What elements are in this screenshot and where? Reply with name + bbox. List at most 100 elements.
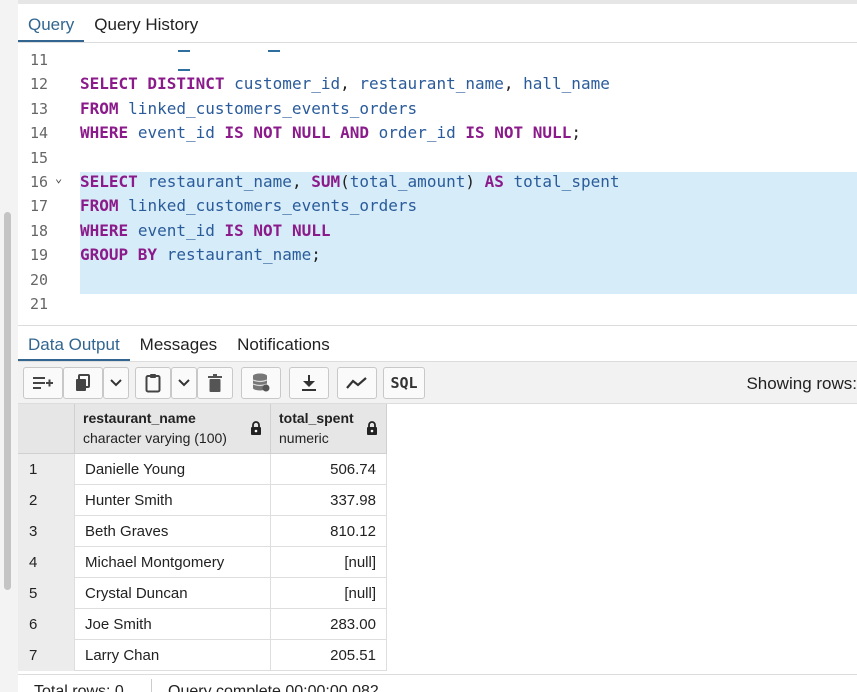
lock-icon xyxy=(367,421,377,435)
row-number[interactable]: 4 xyxy=(18,547,75,578)
cell-total-spent[interactable]: [null] xyxy=(271,578,387,609)
editor-line[interactable]: 11 xyxy=(18,48,857,72)
cell-total-spent[interactable]: 810.12 xyxy=(271,516,387,547)
column-header-total-spent[interactable]: total_spent numeric xyxy=(271,404,387,454)
cell-total-spent[interactable]: [null] xyxy=(271,547,387,578)
table-row[interactable]: 2 Hunter Smith 337.98 xyxy=(18,485,387,516)
editor-line[interactable]: 13 FROM linked_customers_events_orders xyxy=(18,97,857,121)
tab-notifications[interactable]: Notifications xyxy=(227,335,340,361)
code-token: , xyxy=(340,74,360,94)
tab-query[interactable]: Query xyxy=(18,15,85,42)
editor-line[interactable]: 18 WHERE event_id IS NOT NULL xyxy=(18,219,857,243)
code-token: AS xyxy=(484,172,504,191)
code-token: ; xyxy=(571,123,581,143)
line-number: 17 xyxy=(29,197,48,216)
delete-button[interactable] xyxy=(197,367,233,399)
editor-line[interactable]: 17 FROM linked_customers_events_orders xyxy=(18,194,857,218)
code-token: , xyxy=(291,172,312,191)
download-icon xyxy=(302,375,316,391)
cell-restaurant-name[interactable]: Joe Smith xyxy=(75,609,271,640)
scrolled-text-fragment xyxy=(178,43,408,71)
row-number[interactable]: 2 xyxy=(18,485,75,516)
line-number: 15 xyxy=(29,148,48,167)
tab-query-history[interactable]: Query History xyxy=(84,15,208,42)
column-type: numeric xyxy=(279,430,329,446)
editor-line[interactable]: 16 ⌄ SELECT restaurant_name, SUM(total_amo… xyxy=(18,170,857,194)
chevron-down-icon xyxy=(110,379,122,387)
graph-visualiser-button[interactable] xyxy=(337,367,377,399)
row-number[interactable]: 1 xyxy=(18,454,75,485)
cell-restaurant-name[interactable]: Larry Chan xyxy=(75,640,271,671)
row-number[interactable]: 7 xyxy=(18,640,75,671)
cell-restaurant-name[interactable]: Danielle Young xyxy=(75,454,271,485)
download-button[interactable] xyxy=(289,367,329,399)
editor-line[interactable]: 21 xyxy=(18,292,857,316)
editor-line[interactable]: 19 GROUP BY restaurant_name; xyxy=(18,243,857,267)
status-divider xyxy=(151,679,152,692)
cell-total-spent[interactable]: 506.74 xyxy=(271,454,387,485)
table-row[interactable]: 6 Joe Smith 283.00 xyxy=(18,609,387,640)
code-token: event_id xyxy=(137,220,215,240)
row-number[interactable]: 6 xyxy=(18,609,75,640)
copy-options-dropdown[interactable] xyxy=(103,367,129,399)
cell-restaurant-name[interactable]: Beth Graves xyxy=(75,516,271,547)
paste-options-dropdown[interactable] xyxy=(171,367,197,399)
code-token: FROM xyxy=(80,98,119,118)
editor-line[interactable]: 15 xyxy=(18,146,857,170)
table-row[interactable]: 4 Michael Montgomery [null] xyxy=(18,547,387,578)
code-text: SELECT restaurant_name, SUM(total_amount… xyxy=(80,170,857,194)
status-bar: Total rows: 0 Query complete 00:00:00.08… xyxy=(18,674,857,692)
editor-line[interactable]: 20 xyxy=(18,268,857,292)
column-header-restaurant-name[interactable]: restaurant_name character varying (100) xyxy=(75,404,271,454)
data-grid[interactable]: restaurant_name character varying (100) … xyxy=(18,404,857,674)
cell-total-spent[interactable]: 283.00 xyxy=(271,609,387,640)
table-row[interactable]: 3 Beth Graves 810.12 xyxy=(18,516,387,547)
cell-restaurant-name[interactable]: Crystal Duncan xyxy=(75,578,271,609)
table-row[interactable]: 5 Crystal Duncan [null] xyxy=(18,578,387,609)
tab-messages[interactable]: Messages xyxy=(130,335,227,361)
sql-button[interactable]: SQL xyxy=(383,367,425,399)
cell-total-spent[interactable]: 337.98 xyxy=(271,485,387,516)
code-token: SELECT xyxy=(80,172,138,191)
code-token: , xyxy=(503,74,524,94)
line-number: 20 xyxy=(29,270,48,289)
row-number[interactable]: 5 xyxy=(18,578,75,609)
editor-tabs: Query Query History xyxy=(18,0,857,43)
editor-line[interactable]: 14 WHERE event_id IS NOT NULL AND order_i… xyxy=(18,121,857,145)
row-number-header[interactable] xyxy=(18,404,75,454)
column-type: character varying (100) xyxy=(83,430,227,446)
code-token: order_id xyxy=(378,123,456,143)
editor-line[interactable]: 12 SELECT DISTINCT customer_id, restauran… xyxy=(18,72,857,96)
column-name: restaurant_name xyxy=(83,410,196,426)
table-row[interactable]: 7 Larry Chan 205.51 xyxy=(18,640,387,671)
code-token: WHERE xyxy=(80,220,129,240)
sql-editor[interactable]: 11 12 SELECT DISTINCT customer_id, restaur… xyxy=(18,43,857,325)
cell-restaurant-name[interactable]: Michael Montgomery xyxy=(75,547,271,578)
left-scrollbar[interactable] xyxy=(0,0,18,692)
code-token: IS NOT NULL AND xyxy=(224,123,370,143)
table-row[interactable]: 1 Danielle Young 506.74 xyxy=(18,454,387,485)
copy-button[interactable] xyxy=(63,367,103,399)
database-save-icon xyxy=(252,373,270,392)
save-data-button[interactable] xyxy=(241,367,281,399)
tab-data-output[interactable]: Data Output xyxy=(18,335,130,361)
code-token: IS NOT NULL xyxy=(224,220,331,240)
clipboard-icon xyxy=(145,374,161,393)
paste-button[interactable] xyxy=(135,367,171,399)
row-number[interactable]: 3 xyxy=(18,516,75,547)
left-scrollbar-thumb[interactable] xyxy=(4,212,11,590)
cell-total-spent[interactable]: 205.51 xyxy=(271,640,387,671)
cell-restaurant-name[interactable]: Hunter Smith xyxy=(75,485,271,516)
code-token: event_id xyxy=(137,123,215,143)
add-row-button[interactable] xyxy=(23,367,63,399)
fold-chevron-icon[interactable]: ⌄ xyxy=(55,166,67,190)
